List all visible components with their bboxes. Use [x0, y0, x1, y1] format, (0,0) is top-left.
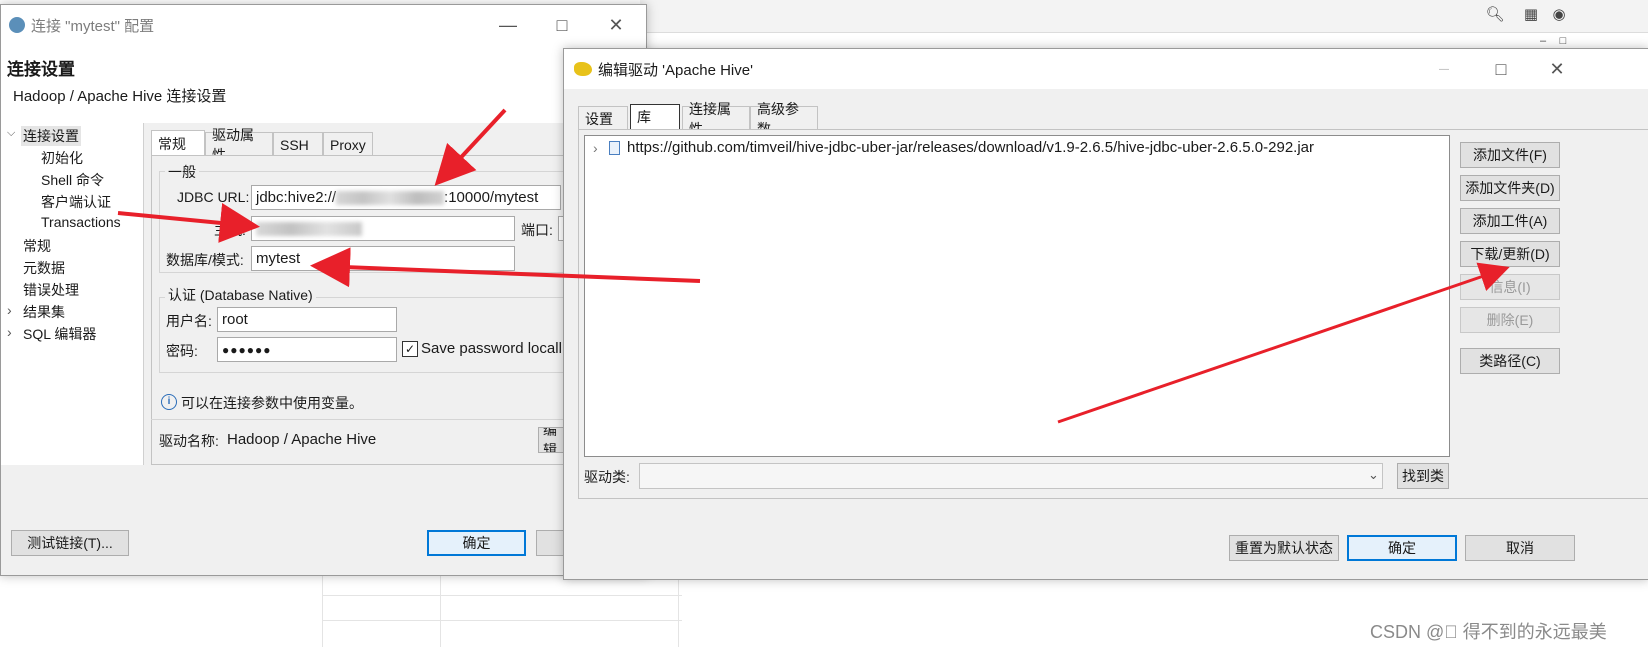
search-icon[interactable]: 🔍︎: [1485, 5, 1504, 23]
username-input[interactable]: root: [217, 307, 397, 332]
host-input[interactable]: [251, 216, 515, 241]
settings-tree: ⌵ 连接设置 初始化 Shell 命令 客户端认证 Transactions 常…: [1, 123, 144, 465]
minimize-icon[interactable]: —: [1429, 55, 1459, 83]
watermark: CSDN @  得不到的永远最美: [1370, 622, 1607, 642]
tree-item-transactions[interactable]: Transactions: [41, 214, 121, 230]
grid-line: [322, 620, 682, 621]
tab-advanced[interactable]: 高级参数: [750, 101, 818, 137]
driver-name-label: 驱动名称:: [159, 433, 219, 449]
driver-class-select[interactable]: [639, 463, 1383, 489]
grid-line: [322, 575, 323, 647]
page-title: 连接设置: [7, 60, 75, 79]
library-item[interactable]: https://github.com/timveil/hive-jdbc-ube…: [627, 139, 1314, 156]
add-folder-button[interactable]: 添加文件夹(D): [1460, 175, 1560, 201]
driver-ok-button[interactable]: 确定: [1347, 535, 1457, 561]
username-label: 用户名:: [166, 313, 212, 329]
test-connection-button[interactable]: 测试链接(T)...: [11, 530, 129, 556]
info-icon: i: [161, 394, 177, 410]
driver-name-value: Hadoop / Apache Hive: [227, 431, 377, 448]
tab-driver-props[interactable]: 驱动属性: [205, 127, 273, 163]
jdbc-url-prefix: jdbc:hive2://: [256, 189, 337, 206]
tree-item-client-auth[interactable]: 客户端认证: [41, 192, 111, 212]
tab-settings[interactable]: 设置: [578, 106, 628, 130]
tab-libraries[interactable]: 库: [630, 104, 680, 130]
reset-default-button[interactable]: 重置为默认状态: [1229, 535, 1339, 561]
grid-line: [440, 575, 441, 647]
tree-item-init[interactable]: 初始化: [41, 148, 83, 168]
save-password-checkbox[interactable]: ✓: [402, 341, 418, 357]
password-label: 密码:: [166, 343, 198, 359]
tree-item-metadata[interactable]: 元数据: [23, 258, 65, 278]
general-group-title: 一般: [165, 162, 199, 182]
maximize-icon[interactable]: □: [547, 11, 577, 39]
grid-line: [322, 595, 682, 596]
maximize-icon[interactable]: □: [1486, 55, 1516, 83]
perspective-icon[interactable]: ▦: [1522, 5, 1540, 23]
database-label: 数据库/模式:: [166, 252, 244, 268]
redacted-host: [336, 190, 445, 205]
jar-file-icon: [609, 141, 620, 155]
tree-item-error[interactable]: 错误处理: [23, 280, 79, 300]
add-file-button[interactable]: 添加文件(F): [1460, 142, 1560, 168]
info-text: 可以在连接参数中使用变量。: [181, 395, 363, 411]
library-list[interactable]: › https://github.com/timveil/hive-jdbc-u…: [584, 135, 1450, 457]
database-input[interactable]: mytest: [251, 246, 515, 271]
edit-driver-window: 编辑驱动 'Apache Hive' — □ ✕ 设置 库 连接属性 高级参数 …: [563, 48, 1648, 580]
avatar-icon[interactable]: ◉: [1550, 5, 1568, 23]
save-password-label: Save password locall: [421, 340, 562, 357]
password-input[interactable]: ●●●●●●: [217, 337, 397, 362]
jdbc-url-label: JDBC URL:: [177, 189, 250, 205]
redacted-host-value: [256, 221, 362, 236]
driver-class-label: 驱动类:: [584, 469, 630, 485]
port-label: 端口:: [521, 222, 553, 238]
chevron-right-icon[interactable]: ›: [593, 140, 598, 156]
add-artifact-button[interactable]: 添加工件(A): [1460, 208, 1560, 234]
minimize-icon[interactable]: —: [493, 11, 523, 39]
chevron-down-icon[interactable]: ⌵: [7, 127, 15, 140]
dbeaver-icon: [9, 17, 25, 33]
header-panel: 连接设置 Hadoop / Apache Hive 连接设置: [1, 45, 646, 123]
info-button[interactable]: 信息(I): [1460, 274, 1560, 300]
tree-item-resultset[interactable]: 结果集: [23, 302, 65, 322]
tab-general[interactable]: 常规: [151, 130, 205, 156]
hive-icon: [574, 62, 592, 76]
tree-item-sql-editor[interactable]: SQL 编辑器: [23, 324, 96, 344]
tree-item-connection[interactable]: 连接设置: [21, 126, 81, 146]
driver-window-title: 编辑驱动 'Apache Hive': [598, 61, 753, 79]
window-title: 连接 "mytest" 配置: [31, 17, 155, 35]
close-icon[interactable]: ✕: [1542, 55, 1572, 83]
auth-group-title: 认证 (Database Native): [165, 285, 316, 305]
download-update-button[interactable]: 下载/更新(D): [1460, 241, 1560, 267]
tab-ssh[interactable]: SSH: [273, 132, 323, 156]
tree-item-general[interactable]: 常规: [23, 236, 51, 256]
chevron-down-icon[interactable]: ⌄: [1368, 467, 1379, 483]
connection-ok-button[interactable]: 确定: [427, 530, 526, 556]
delete-button[interactable]: 删除(E): [1460, 307, 1560, 333]
find-class-button[interactable]: 找到类: [1397, 463, 1449, 489]
jdbc-url-suffix: :10000/mytest: [444, 189, 539, 206]
chevron-right-icon[interactable]: ›: [7, 324, 12, 340]
connection-config-window: 连接 "mytest" 配置 — □ ✕ 连接设置 Hadoop / Apach…: [0, 4, 647, 576]
page-subtitle: Hadoop / Apache Hive 连接设置: [13, 88, 227, 105]
host-label: 主机:: [214, 222, 246, 238]
close-icon[interactable]: ✕: [601, 11, 631, 39]
tab-proxy[interactable]: Proxy: [323, 132, 373, 156]
chevron-right-icon[interactable]: ›: [7, 302, 12, 318]
tab-connection-props[interactable]: 连接属性: [682, 101, 750, 137]
classpath-button[interactable]: 类路径(C): [1460, 348, 1560, 374]
grid-line: [678, 575, 679, 647]
driver-cancel-button[interactable]: 取消: [1465, 535, 1575, 561]
tree-item-shell[interactable]: Shell 命令: [41, 170, 104, 190]
jdbc-url-input[interactable]: jdbc:hive2:// :10000/mytest: [251, 185, 561, 210]
